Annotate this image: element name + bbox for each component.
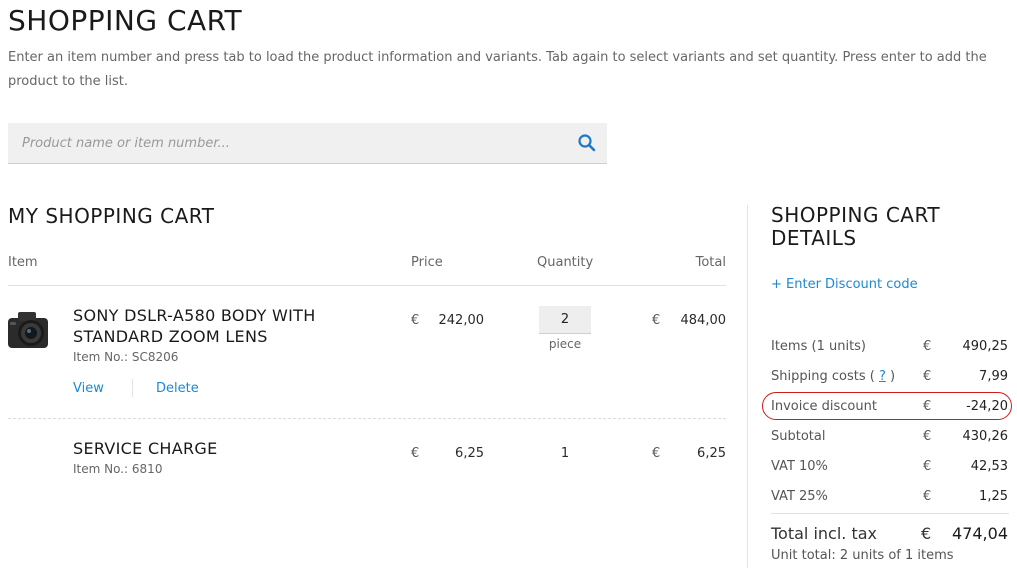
cart-title: MY SHOPPING CART — [8, 204, 215, 228]
detail-value-vat-25: 1,25 — [979, 489, 1008, 504]
detail-value-shipping: 7,99 — [979, 369, 1008, 384]
shipping-help-link[interactable]: ? — [879, 369, 886, 384]
details-title: SHOPPING CART DETAILS — [771, 204, 940, 250]
total-value: 474,04 — [952, 524, 1008, 543]
detail-label-vat-10: VAT 10% — [771, 459, 828, 474]
detail-label-invoice-discount: Invoice discount — [771, 399, 877, 414]
item-name: SERVICE CHARGE — [73, 439, 218, 458]
detail-value-invoice-discount: -24,20 — [966, 399, 1008, 414]
intro-text: Enter an item number and press tab to lo… — [8, 50, 987, 89]
search-icon[interactable] — [577, 133, 597, 153]
column-quantity: Quantity — [537, 255, 594, 270]
search-input[interactable] — [8, 123, 568, 163]
detail-label-vat-25: VAT 25% — [771, 489, 828, 504]
detail-value-subtotal: 430,26 — [962, 429, 1009, 444]
column-item: Item — [8, 255, 38, 270]
detail-value-items: 490,25 — [962, 339, 1009, 354]
detail-value-vat-10: 42,53 — [970, 459, 1008, 474]
panel-separator — [747, 205, 748, 568]
item-price: 242,00 — [438, 313, 485, 328]
quantity-input[interactable] — [539, 306, 591, 334]
header-divider — [8, 285, 726, 286]
view-link[interactable]: View — [73, 381, 104, 396]
product-search — [8, 123, 607, 164]
shipping-label-close: ) — [889, 369, 896, 384]
delete-link[interactable]: Delete — [156, 381, 199, 396]
details-title-line: DETAILS — [771, 226, 857, 250]
link-divider — [132, 379, 133, 397]
enter-discount-link[interactable]: + Enter Discount code — [771, 277, 918, 292]
camera-icon[interactable] — [6, 308, 58, 352]
column-price: Price — [411, 255, 443, 270]
item-name[interactable]: SONY DSLR-A580 BODY WITH STANDARD ZOOM L… — [73, 305, 373, 347]
column-total: Total — [695, 255, 726, 270]
item-number: Item No.: SC8206 — [73, 350, 179, 364]
item-total: 484,00 — [680, 313, 727, 328]
unit-total: Unit total: 2 units of 1 items — [771, 548, 954, 563]
shipping-label-text: Shipping costs ( — [771, 369, 875, 384]
item-number: Item No.: 6810 — [73, 462, 163, 476]
item-price: 6,25 — [455, 446, 484, 461]
detail-label-items: Items (1 units) — [771, 339, 867, 354]
detail-label-shipping: Shipping costs ( ? ) — [771, 369, 895, 384]
quantity-unit: piece — [548, 337, 582, 351]
item-total: 6,25 — [697, 446, 726, 461]
row-divider — [8, 418, 726, 419]
total-label: Total incl. tax — [771, 524, 877, 543]
detail-label-subtotal: Subtotal — [771, 429, 826, 444]
total-divider — [771, 513, 1009, 514]
details-title-line: SHOPPING CART — [771, 203, 941, 227]
item-quantity: 1 — [560, 446, 570, 461]
page-title: SHOPPING CART — [8, 4, 243, 37]
